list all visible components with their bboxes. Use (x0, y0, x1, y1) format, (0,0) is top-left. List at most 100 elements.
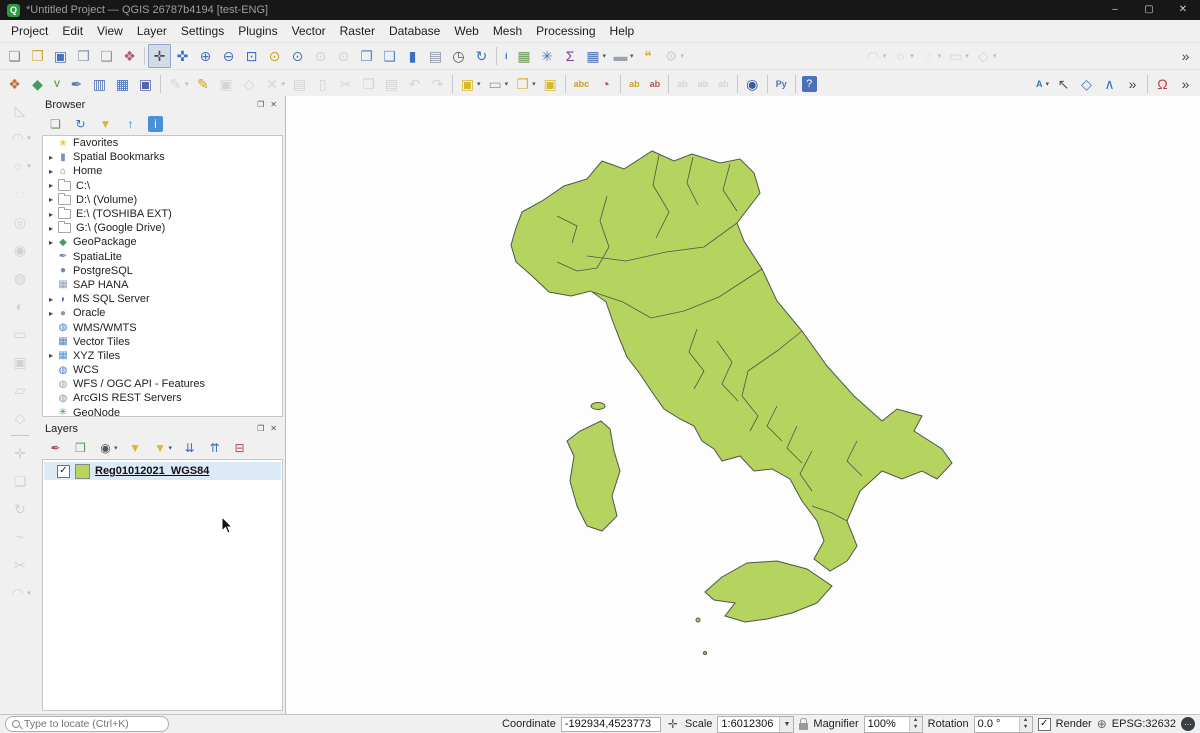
select-by-expression-button[interactable]: ▣ (539, 72, 562, 96)
filter-legend-by-expression-button[interactable]: ▼▾ (150, 438, 176, 458)
browser-item-favorites[interactable]: ★Favorites (43, 136, 282, 150)
map-tips-button[interactable]: ❝ (637, 44, 660, 68)
select-features-button[interactable]: ▣▾ (456, 72, 484, 96)
magnifier-down-icon[interactable]: ▼ (910, 724, 922, 732)
expand-arrow-icon[interactable]: ▸ (46, 167, 56, 176)
pan-map-button[interactable]: ✛ (148, 44, 171, 68)
new-geopackage-layer-button[interactable]: ◆ (26, 72, 49, 96)
map-canvas[interactable] (285, 96, 1200, 714)
browser-item-postgresql[interactable]: ●PostgreSQL (43, 264, 282, 278)
measure-line-button[interactable]: ▬▾ (609, 44, 637, 68)
expand-all-layers-button[interactable]: ⇊ (179, 438, 200, 458)
browser-item-geonode[interactable]: ✳GeoNode (43, 406, 282, 417)
scale-lock-icon[interactable] (799, 723, 808, 730)
browser-item-wcs[interactable]: ◍WCS (43, 363, 282, 377)
browser-close-button[interactable]: ✕ (267, 100, 280, 109)
menu-edit[interactable]: Edit (55, 22, 90, 40)
add-group-button[interactable]: ❒ (70, 438, 91, 458)
expand-arrow-icon[interactable]: ▸ (46, 351, 56, 360)
rotation-down-icon[interactable]: ▼ (1020, 724, 1032, 732)
filter-browser-button[interactable]: ▼ (95, 114, 116, 134)
processing-toolbox-button[interactable]: ✳ (536, 44, 559, 68)
zoom-full-button[interactable]: ⊡ (240, 44, 263, 68)
browser-item-g-google-drive[interactable]: ▸G:\ (Google Drive) (43, 221, 282, 235)
magnifier-input[interactable] (865, 717, 909, 732)
menu-web[interactable]: Web (447, 22, 485, 40)
digitize-shape-line-button[interactable]: ∧ (1098, 72, 1121, 96)
show-layout-manager-button[interactable]: ❑ (95, 44, 118, 68)
zoom-to-selection-button[interactable]: ⊙ (263, 44, 286, 68)
refresh-map-button[interactable]: ↻ (470, 44, 493, 68)
deselect-features-button[interactable]: ❐▾ (511, 72, 539, 96)
locate-box[interactable] (5, 716, 169, 732)
rotation-spinbox[interactable]: ▲▼ (974, 716, 1033, 733)
scale-dropdown-icon[interactable]: ▼ (779, 717, 793, 732)
minimize-button[interactable]: – (1098, 0, 1132, 20)
digitize-shape-polygon-button[interactable]: ◇ (1075, 72, 1098, 96)
scale-input[interactable] (718, 717, 779, 732)
expand-arrow-icon[interactable]: ▸ (46, 195, 56, 204)
remove-layer-button[interactable]: ⊟ (229, 438, 250, 458)
browser-item-spatialite[interactable]: ✒SpatiaLite (43, 250, 282, 264)
statistical-summary-button[interactable]: Σ (559, 44, 582, 68)
toolbar-overflow-right-button[interactable]: » (1174, 72, 1197, 96)
identify-features-button[interactable]: i (500, 44, 513, 68)
maximize-button[interactable]: ▢ (1132, 0, 1166, 20)
python-console-button[interactable]: Py (771, 72, 792, 96)
browser-item-d-volume[interactable]: ▸D:\ (Volume) (43, 193, 282, 207)
expand-arrow-icon[interactable]: ▸ (46, 153, 56, 162)
browser-item-c[interactable]: ▸C:\ (43, 179, 282, 193)
browser-item-geopackage[interactable]: ▸◆GeoPackage (43, 235, 282, 249)
extents-toggle-icon[interactable]: ✛ (666, 714, 680, 733)
browser-float-button[interactable]: ❐ (254, 100, 267, 109)
menu-raster[interactable]: Raster (333, 22, 382, 40)
save-project-button[interactable]: ▣ (49, 44, 72, 68)
browser-item-spatial-bookmarks[interactable]: ▸▮Spatial Bookmarks (43, 150, 282, 164)
zoom-in-button[interactable]: ⊕ (194, 44, 217, 68)
layer-diagram-button[interactable]: ◔ (594, 72, 617, 96)
highlight-pinned-labels-button[interactable]: ab (645, 72, 666, 96)
menu-layer[interactable]: Layer (130, 22, 174, 40)
expand-arrow-icon[interactable]: ▸ (46, 224, 56, 233)
magnifier-up-icon[interactable]: ▲ (910, 717, 922, 725)
rotation-up-icon[interactable]: ▲ (1020, 717, 1032, 725)
style-manager-button[interactable]: ❖ (118, 44, 141, 68)
select-features-by-value-button[interactable]: ▦ (513, 44, 536, 68)
open-project-button[interactable]: ❒ (26, 44, 49, 68)
browser-item-oracle[interactable]: ▸●Oracle (43, 306, 282, 320)
crs-status-button[interactable]: EPSG:32632 (1112, 718, 1176, 730)
snapping-magnet-button[interactable]: Ω (1151, 72, 1174, 96)
close-button[interactable]: ✕ (1166, 0, 1200, 20)
expand-arrow-icon[interactable]: ▸ (46, 210, 56, 219)
pin-labels-button[interactable]: ab (624, 72, 645, 96)
new-print-layout-button[interactable]: ❐ (72, 44, 95, 68)
render-checkbox[interactable]: ✓ (1038, 718, 1051, 731)
layer-visibility-checkbox[interactable]: ✓ (57, 465, 70, 478)
new-temporary-scratch-layer-button[interactable]: ▥ (88, 72, 111, 96)
manage-map-themes-button[interactable]: ◉▾ (95, 438, 121, 458)
create-annotation-layer-button[interactable]: A▾ (1031, 72, 1052, 96)
browser-item-wms-wmts[interactable]: ◍WMS/WMTS (43, 320, 282, 334)
layers-close-button[interactable]: ✕ (267, 424, 280, 433)
help-contents-button[interactable]: ? (799, 72, 820, 96)
metasearch-catalog-button[interactable]: ◉ (741, 72, 764, 96)
browser-item-home[interactable]: ▸⌂Home (43, 164, 282, 178)
menu-project[interactable]: Project (4, 22, 55, 40)
open-data-source-manager-button[interactable]: ❖ (3, 72, 26, 96)
layers-float-button[interactable]: ❐ (254, 424, 267, 433)
menu-plugins[interactable]: Plugins (231, 22, 284, 40)
menu-help[interactable]: Help (603, 22, 642, 40)
menu-view[interactable]: View (90, 22, 130, 40)
magnifier-spinbox[interactable]: ▲▼ (864, 716, 923, 733)
new-virtual-layer-button[interactable]: ▣ (134, 72, 157, 96)
toolbar-overflow-button[interactable]: » (1174, 44, 1197, 68)
browser-item-e-toshiba-ext[interactable]: ▸E:\ (TOSHIBA EXT) (43, 207, 282, 221)
expand-arrow-icon[interactable]: ▸ (46, 181, 56, 190)
rotation-input[interactable] (975, 717, 1019, 732)
toggle-editing-button[interactable]: ✎ (192, 72, 215, 96)
browser-item-xyz-tiles[interactable]: ▸▦XYZ Tiles (43, 349, 282, 363)
browser-item-ms-sql-server[interactable]: ▸◗MS SQL Server (43, 292, 282, 306)
expand-arrow-icon[interactable]: ▸ (46, 295, 56, 304)
select-features-by-form-button[interactable]: ▭▾ (484, 72, 512, 96)
menu-mesh[interactable]: Mesh (486, 22, 529, 40)
